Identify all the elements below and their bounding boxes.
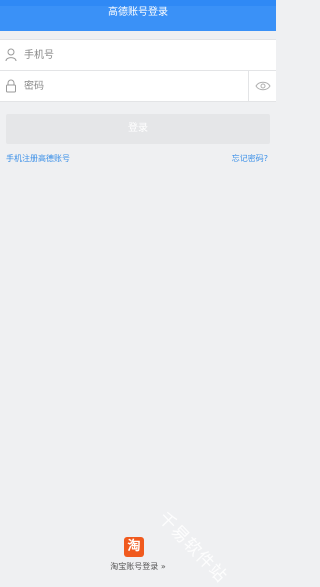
forgot-password-link[interactable]: 忘记密码?: [232, 153, 268, 164]
password-input[interactable]: [24, 77, 234, 95]
login-button[interactable]: 登录: [6, 114, 270, 144]
eye-icon[interactable]: [255, 80, 271, 92]
taobao-login-link[interactable]: 淘宝账号登录 »: [0, 561, 276, 572]
phone-input[interactable]: [24, 46, 234, 64]
title-bar: 高德账号登录: [0, 6, 276, 31]
password-field-row: [0, 71, 276, 102]
page-title: 高德账号登录: [108, 7, 168, 18]
phone-field-row: [0, 39, 276, 71]
lock-icon: [6, 79, 16, 93]
user-icon: [5, 48, 17, 62]
register-link[interactable]: 手机注册高德账号: [6, 153, 70, 164]
watermark: 千易软件站: [154, 508, 231, 587]
eye-divider: [248, 71, 249, 101]
taobao-logo-icon[interactable]: 淘: [124, 537, 144, 557]
